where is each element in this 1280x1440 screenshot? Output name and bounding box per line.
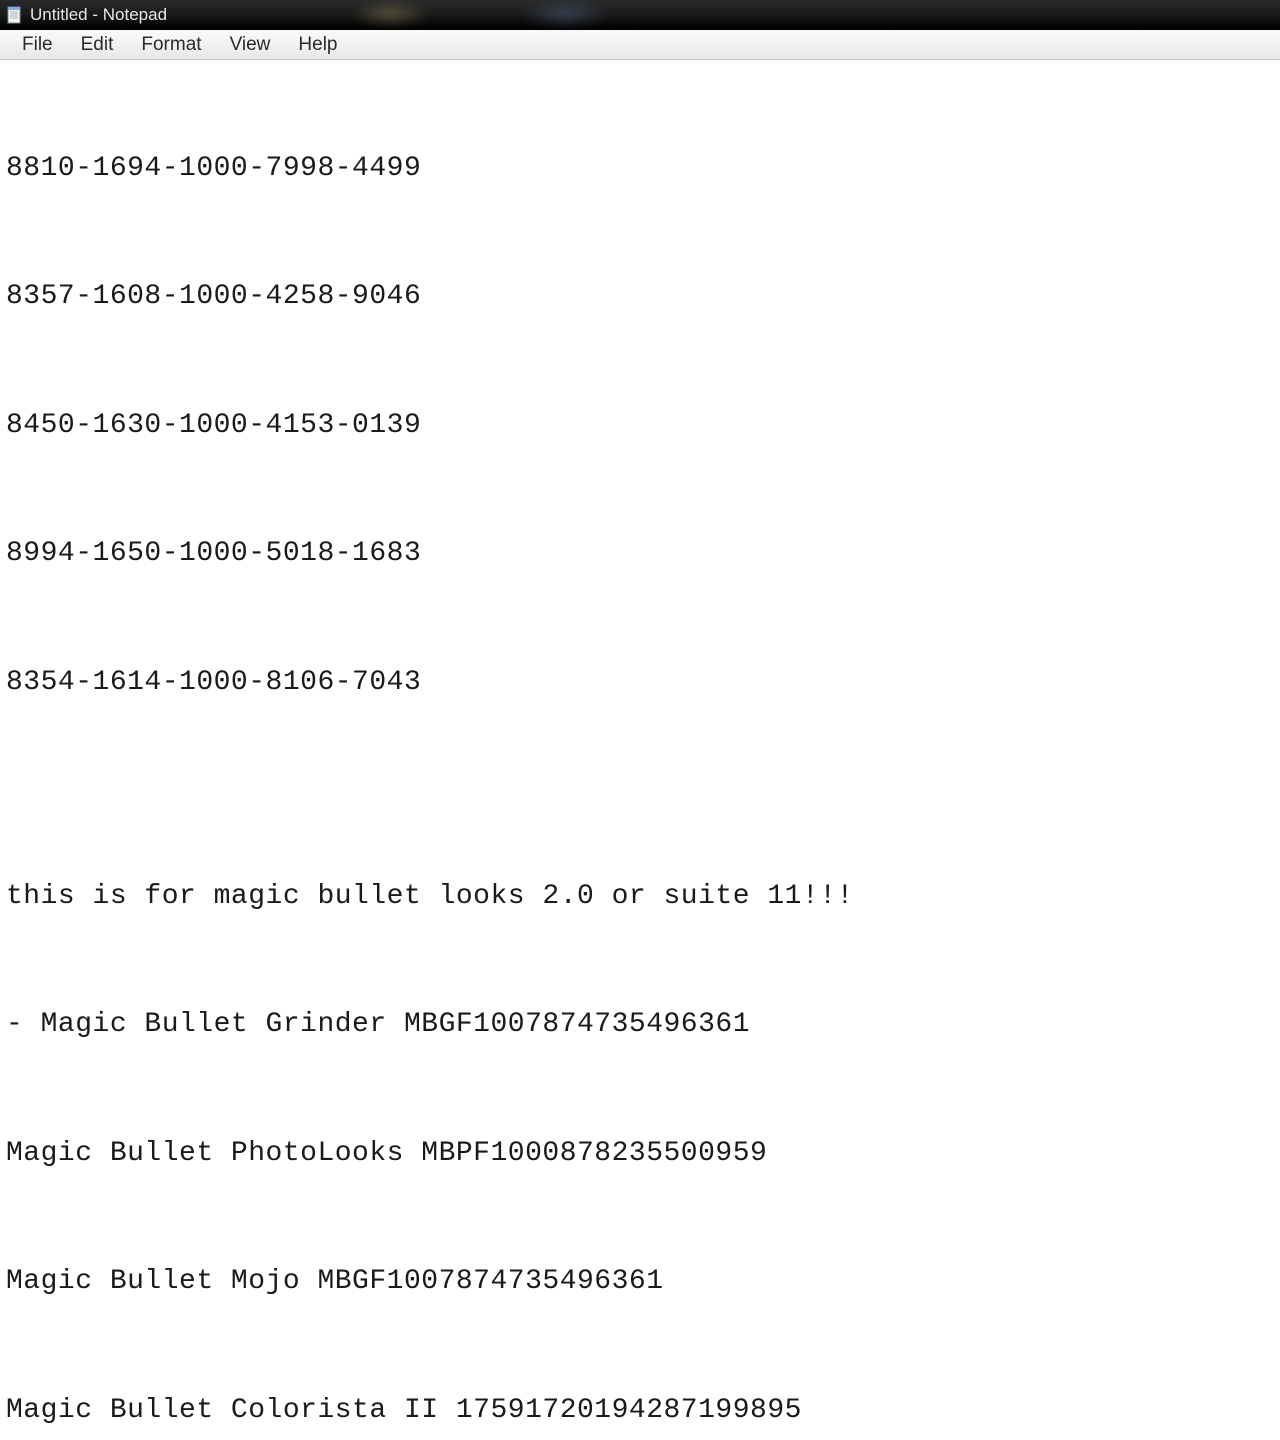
menu-view[interactable]: View bbox=[216, 31, 285, 59]
taskbar-reflection bbox=[520, 0, 610, 28]
text-line: this is for magic bullet looks 2.0 or su… bbox=[6, 876, 1274, 919]
text-line: Magic Bullet Colorista II 17591720194287… bbox=[6, 1390, 1274, 1433]
menu-format[interactable]: Format bbox=[127, 31, 215, 59]
text-line: 8994-1650-1000-5018-1683 bbox=[6, 533, 1274, 576]
menu-file[interactable]: File bbox=[8, 31, 67, 59]
window-title: Untitled - Notepad bbox=[30, 5, 167, 25]
text-line: 8450-1630-1000-4153-0139 bbox=[6, 405, 1274, 448]
text-line: Magic Bullet Mojo MBGF1007874735496361 bbox=[6, 1261, 1274, 1304]
menu-help[interactable]: Help bbox=[284, 31, 351, 59]
notepad-icon bbox=[6, 6, 24, 24]
text-line: - Magic Bullet Grinder MBGF1007874735496… bbox=[6, 1004, 1274, 1047]
text-line: 8810-1694-1000-7998-4499 bbox=[6, 148, 1274, 191]
text-editor-area[interactable]: 8810-1694-1000-7998-4499 8357-1608-1000-… bbox=[0, 60, 1280, 1440]
window-titlebar: Untitled - Notepad bbox=[0, 0, 1280, 30]
taskbar-reflection bbox=[350, 0, 430, 28]
menu-edit[interactable]: Edit bbox=[67, 31, 128, 59]
text-line: 8354-1614-1000-8106-7043 bbox=[6, 662, 1274, 705]
text-line: Magic Bullet PhotoLooks MBPF100087823550… bbox=[6, 1133, 1274, 1176]
menu-bar: File Edit Format View Help bbox=[0, 30, 1280, 60]
text-line: 8357-1608-1000-4258-9046 bbox=[6, 276, 1274, 319]
